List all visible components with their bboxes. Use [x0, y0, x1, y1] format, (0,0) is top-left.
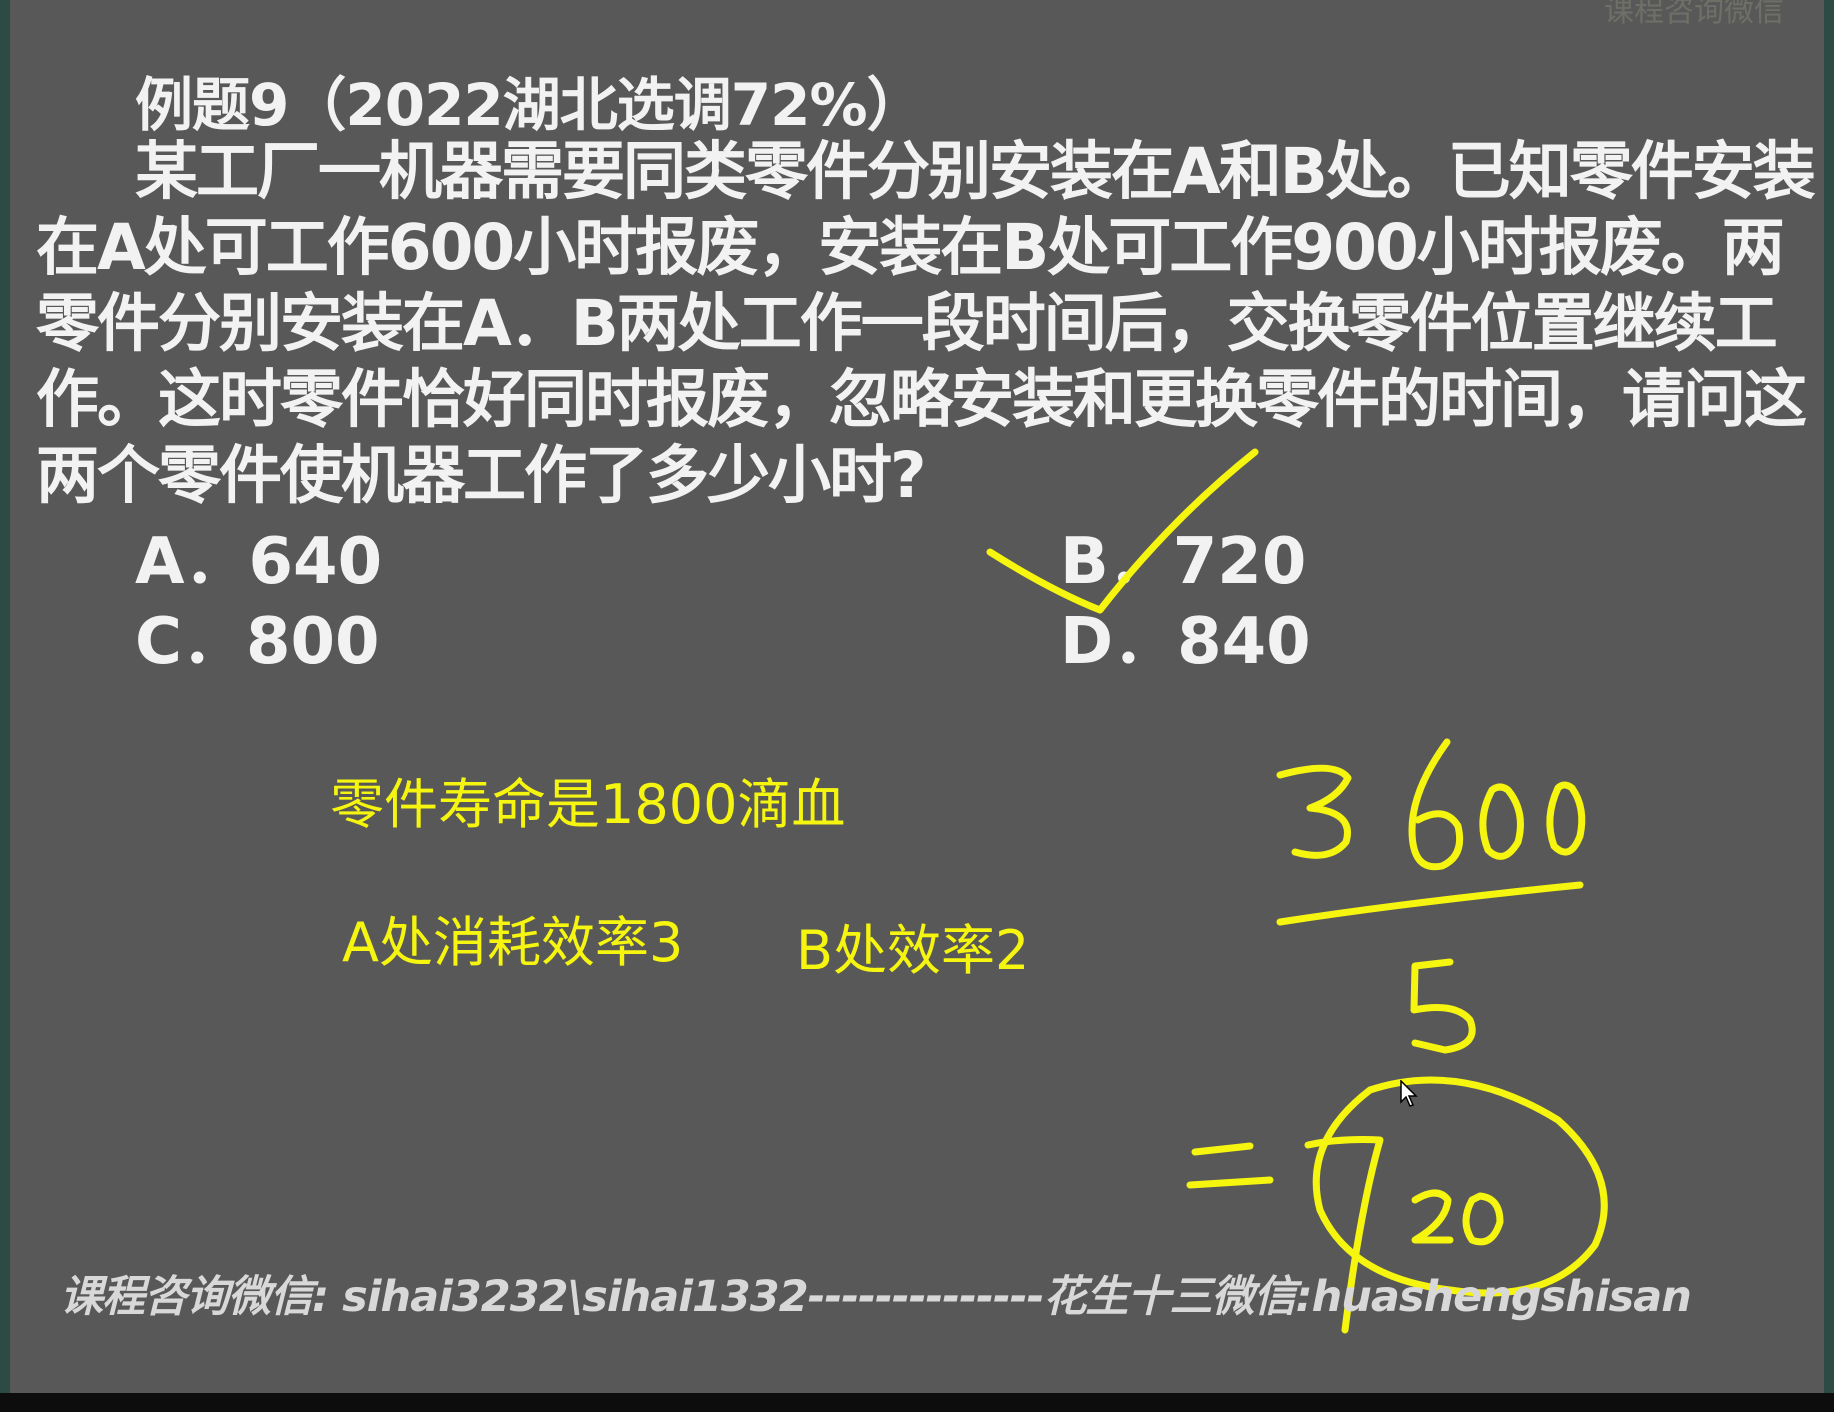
handwritten-6 [1408, 738, 1464, 871]
equals-top [1191, 1142, 1254, 1156]
option-b: B．720 [1060, 525, 1307, 599]
handwritten-0-second [1546, 781, 1586, 856]
life-note: 零件寿命是1800滴血 [330, 773, 846, 836]
handwritten-0-last [1462, 1192, 1504, 1246]
problem-text: 某工厂一机器需要同类零件分别安装在A和B处。已知零件安装在A处可工作600小时报… [36, 135, 1816, 512]
video-frame: 课程咨询微信 例题9（2022湖北选调72%） 某工厂一机器需要同类零件分别安装… [0, 0, 1834, 1412]
handwritten-5 [1410, 958, 1476, 1054]
equals-bottom [1186, 1176, 1274, 1189]
handwritten-3 [1276, 764, 1352, 859]
option-d: D．840 [1060, 605, 1311, 679]
problem-title: 例题9（2022湖北选调72%） [135, 71, 925, 139]
left-border [0, 0, 10, 1393]
fraction-bar [1276, 881, 1584, 926]
right-border [1824, 0, 1834, 1393]
option-c: C．800 [135, 605, 380, 679]
option-a: A．640 [135, 525, 383, 599]
top-faint-text: 课程咨询微信 [1604, 0, 1784, 29]
footer-contact: 课程咨询微信: sihai3232\sihai1332-------------… [60, 1272, 1692, 1322]
slide: 课程咨询微信 例题9（2022湖北选调72%） 某工厂一机器需要同类零件分别安装… [10, 0, 1824, 1393]
handwritten-2 [1411, 1189, 1454, 1244]
handwritten-0-first [1479, 783, 1524, 860]
mouse-cursor-icon [1400, 1080, 1418, 1107]
b-rate-note: B处效率2 [796, 919, 1030, 982]
a-rate-note: A处消耗效率3 [342, 911, 684, 974]
